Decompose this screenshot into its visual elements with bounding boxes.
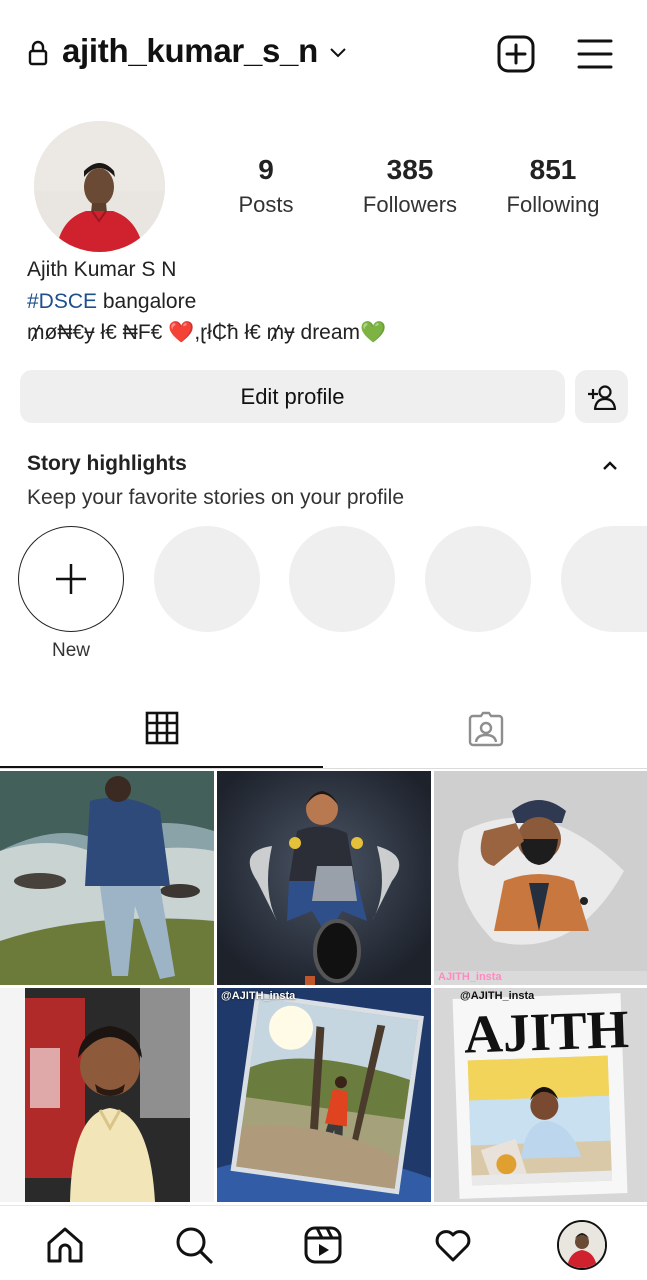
bottom-navigation xyxy=(0,1205,647,1280)
post-thumbnail[interactable] xyxy=(0,988,214,1202)
new-post-button[interactable] xyxy=(496,34,536,74)
posts-label: Posts xyxy=(238,192,294,217)
post-thumbnail[interactable]: AJITH_insta xyxy=(434,771,647,985)
following-stat[interactable]: 851 Following xyxy=(483,154,623,218)
add-person-icon xyxy=(587,384,616,410)
bio-line-1: #DSCE bangalore xyxy=(27,290,196,314)
post-watermark: AJITH_insta xyxy=(438,971,502,983)
tab-posts-grid[interactable] xyxy=(0,690,323,768)
post-thumbnail[interactable] xyxy=(0,771,214,985)
posts-stat[interactable]: 9 Posts xyxy=(196,154,336,218)
bio-hashtag-link[interactable]: #DSCE xyxy=(27,290,97,313)
highlight-placeholder xyxy=(154,526,260,632)
following-label: Following xyxy=(506,192,600,217)
nav-home[interactable] xyxy=(44,1224,86,1266)
post-watermark: @AJITH_insta xyxy=(460,990,535,1002)
grid-icon xyxy=(145,711,178,745)
nav-activity[interactable] xyxy=(432,1224,474,1266)
tagged-person-icon xyxy=(468,711,503,747)
avatar-photo xyxy=(34,121,165,252)
bio-line-1-text: bangalore xyxy=(97,290,197,313)
new-highlight-button[interactable] xyxy=(18,526,124,632)
highlight-placeholder xyxy=(561,526,647,632)
home-icon xyxy=(47,1227,83,1263)
following-count: 851 xyxy=(529,154,577,185)
followers-label: Followers xyxy=(362,192,458,217)
menu-icon xyxy=(577,39,613,69)
lock-icon xyxy=(28,40,48,66)
plus-icon xyxy=(56,564,86,594)
new-post-icon xyxy=(497,35,535,73)
profile-avatar[interactable] xyxy=(34,121,165,252)
full-name: Ajith Kumar S N xyxy=(27,258,177,281)
post-thumbnail[interactable]: AJITH @AJITH_insta xyxy=(434,988,647,1202)
post-watermark: @AJITH_insta xyxy=(221,990,296,1002)
profile-avatar-small xyxy=(559,1222,605,1268)
search-icon xyxy=(176,1227,213,1264)
followers-count: 385 xyxy=(386,154,434,185)
username-title[interactable]: ajith_kumar_s_n xyxy=(62,32,318,70)
posts-count: 9 xyxy=(258,154,274,185)
bio-line-2: ₥ø₦€ɏ ł€ ₦F€ ❤️,ɽł₵ħ ł€ ₥ɏ dream💚 xyxy=(27,321,387,344)
post-thumbnail[interactable]: @AJITH_insta xyxy=(217,988,431,1202)
profile-header: ajith_kumar_s_n xyxy=(0,0,647,108)
nav-reels[interactable] xyxy=(302,1224,344,1266)
post-thumbnail[interactable] xyxy=(217,771,431,985)
reels-icon xyxy=(304,1226,342,1264)
svg-text:AJITH: AJITH xyxy=(463,999,630,1065)
edit-profile-button[interactable]: Edit profile xyxy=(20,370,565,423)
highlight-placeholder xyxy=(425,526,531,632)
discover-people-button[interactable] xyxy=(575,370,628,423)
chevron-up-icon[interactable] xyxy=(600,456,620,476)
story-highlights-title: Story highlights xyxy=(27,452,187,475)
posts-grid: AJITH_insta @AJITH_insta AJITH @AJITH_in… xyxy=(0,771,647,1203)
heart-icon xyxy=(435,1230,471,1262)
followers-stat[interactable]: 385 Followers xyxy=(340,154,480,218)
nav-profile-avatar[interactable] xyxy=(557,1220,607,1270)
tab-divider xyxy=(0,768,647,769)
highlight-placeholder xyxy=(289,526,395,632)
chevron-down-icon[interactable] xyxy=(328,44,348,60)
tab-tagged[interactable] xyxy=(324,690,647,768)
story-highlights-subtitle: Keep your favorite stories on your profi… xyxy=(27,486,405,509)
nav-search[interactable] xyxy=(173,1224,215,1266)
menu-button[interactable] xyxy=(575,34,615,74)
new-highlight-label: New xyxy=(51,640,90,661)
